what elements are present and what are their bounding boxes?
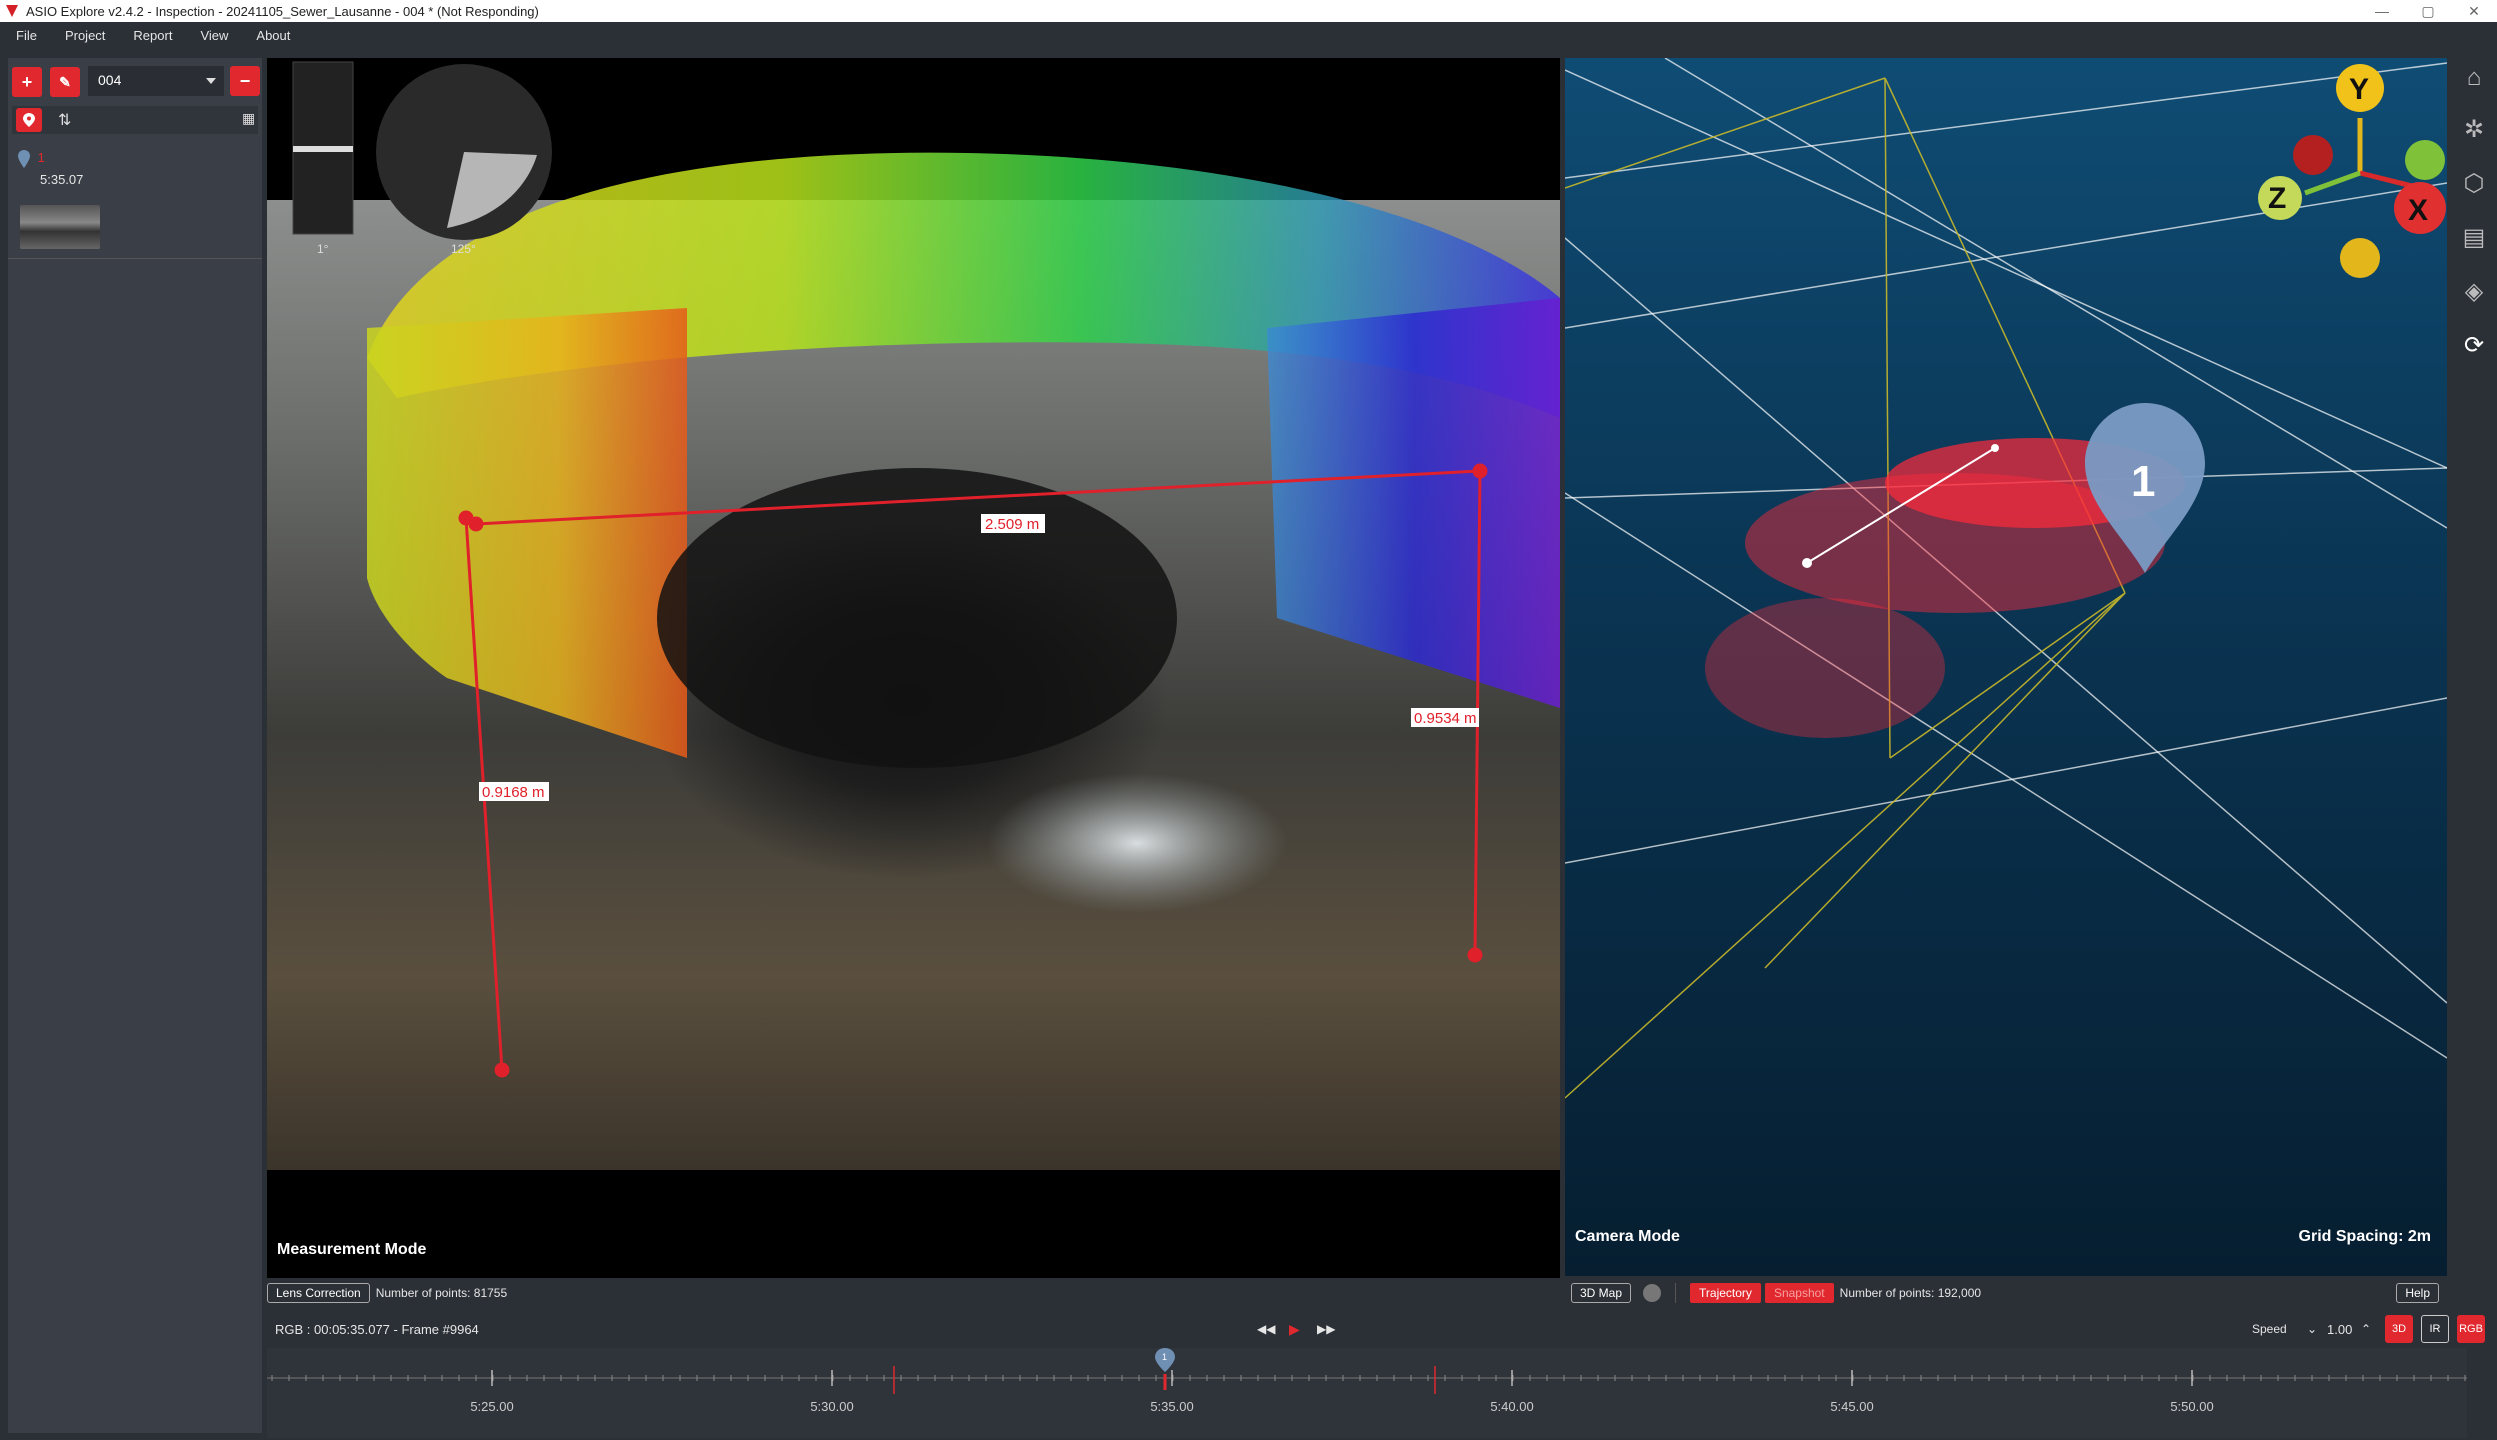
menu-report[interactable]: Report [119, 28, 186, 43]
refresh-icon[interactable]: ⟳ [2460, 332, 2488, 360]
camera-status-bar: Lens Correction Number of points: 81755 [267, 1280, 1560, 1306]
marker-number: 1 [2131, 457, 2155, 506]
speed-down-icon[interactable]: ⌄ [2307, 1322, 2317, 1336]
chevron-down-icon [206, 78, 216, 84]
timeline-panel: RGB : 00:05:35.077 - Frame #9964 ◀◀ ▶ ▶▶… [267, 1312, 2497, 1440]
timeline-tick-label: 5:40.00 [1490, 1399, 1533, 1414]
mode-rgb-button[interactable]: RGB [2457, 1315, 2485, 1343]
timeline-tick-label: 5:50.00 [2170, 1399, 2213, 1414]
timeline-ruler: 1 5:25.00 5:30.00 5:35.00 5:40.00 5:45.0… [267, 1348, 2467, 1414]
map-toggle-icon[interactable] [1643, 1284, 1662, 1302]
map-pin-icon [18, 150, 30, 168]
axis-x-negative [2293, 135, 2333, 175]
play-icon[interactable]: ▶ [1289, 1321, 1300, 1338]
timeline-tick-label: 5:35.00 [1150, 1399, 1193, 1414]
help-button[interactable]: Help [2396, 1283, 2439, 1303]
menu-project[interactable]: Project [51, 28, 119, 43]
view-top-icon[interactable]: ⌂ [2460, 64, 2488, 92]
mode-ir-button[interactable]: IR [2421, 1315, 2449, 1343]
speed-label: Speed [2252, 1322, 2287, 1336]
camera-points-count: Number of points: 81755 [375, 1286, 508, 1300]
marker-toolbar: ⇅ ▦ [12, 106, 258, 134]
axis-z-label: Z [2268, 182, 2286, 215]
3d-map-view[interactable]: 1 Y X Z Camera Mode Grid Spacing: 2m [1565, 58, 2447, 1276]
marker-thumbnail[interactable] [20, 205, 100, 249]
app-logo-icon [6, 5, 18, 17]
map-status-bar: 3D Map Trajectory Snapshot Number of poi… [1565, 1280, 2447, 1306]
menu-view[interactable]: View [186, 28, 242, 43]
mode-3d-button[interactable]: 3D [2385, 1315, 2413, 1343]
timeline-tick-label: 5:30.00 [810, 1399, 853, 1414]
3d-map-button[interactable]: 3D Map [1571, 1283, 1632, 1303]
measurement-label: 0.9168 m [482, 784, 545, 801]
3d-scene: 1 Y X Z [1565, 58, 2447, 1099]
minimize-button[interactable]: — [2359, 0, 2405, 22]
trajectory-button[interactable]: Trajectory [1690, 1283, 1761, 1303]
menu-about[interactable]: About [242, 28, 304, 43]
window-title: ASIO Explore v2.4.2 - Inspection - 20241… [26, 3, 539, 19]
grid-view-icon[interactable]: ▦ [242, 110, 255, 127]
snapshot-button[interactable]: Snapshot [1764, 1283, 1834, 1303]
timeline-tick-label: 5:45.00 [1830, 1399, 1873, 1414]
sort-icon[interactable]: ⇅ [58, 110, 71, 130]
map-points-count: Number of points: 192,000 [1839, 1286, 1982, 1300]
frame-info: RGB : 00:05:35.077 - Frame #9964 [275, 1321, 479, 1337]
measurement-label: 0.9534 m [1414, 710, 1477, 727]
menu-file[interactable]: File [0, 28, 51, 43]
divider [1675, 1283, 1677, 1303]
add-inspection-button[interactable]: + [12, 67, 42, 97]
view-perspective-icon[interactable]: ✲ [2460, 116, 2488, 144]
lens-correction-button[interactable]: Lens Correction [267, 1283, 370, 1303]
divider [8, 258, 262, 259]
menu-bar: File Project Report View About [0, 22, 2497, 48]
camera-mode-label: Camera Mode [1575, 1228, 1680, 1245]
view-cube-icon[interactable]: ⬡ [2460, 170, 2488, 198]
axis-x-label: X [2408, 194, 2428, 227]
rotation-gauge-label: 125° [451, 242, 476, 256]
axis-z-negative [2405, 140, 2445, 180]
marker-list-item[interactable]: 1 5:35.07 [18, 150, 83, 187]
axis-y-negative [2340, 238, 2380, 278]
maximize-button[interactable]: ▢ [2405, 0, 2451, 22]
water-splash [987, 773, 1287, 913]
view-toolbar: ⌂ ✲ ⬡ ▤ ◈ ⟳ [2450, 58, 2497, 1278]
axis-y-label: Y [2349, 73, 2369, 106]
inspection-select-value: 004 [98, 72, 122, 88]
camera-view[interactable]: 2.509 m 0.9534 m 0.9168 m 1° 125° Measur… [267, 58, 1560, 1278]
edit-inspection-button[interactable]: ✎ [50, 67, 80, 97]
inspection-panel: + ✎ 004 − ⇅ ▦ 1 5:35.07 [8, 58, 262, 1433]
tilt-gauge-label: 1° [317, 242, 329, 256]
title-bar: ASIO Explore v2.4.2 - Inspection - 20241… [0, 0, 2497, 22]
fast-forward-icon[interactable]: ▶▶ [1317, 1322, 1335, 1336]
grid-spacing-label: Grid Spacing: 2m [2298, 1228, 2431, 1245]
point-cloud-left-wall [367, 308, 687, 758]
timeline-tick-label: 5:25.00 [470, 1399, 513, 1414]
close-button[interactable]: ✕ [2451, 0, 2497, 22]
marker-time: 5:35.07 [40, 172, 84, 187]
point-cloud-right-wall [1267, 298, 1560, 708]
speed-value[interactable]: 1.00 [2327, 1322, 2352, 1337]
rewind-icon[interactable]: ◀◀ [1257, 1322, 1275, 1336]
timeline-marker-number: 1 [1162, 1352, 1167, 1362]
view-side-icon[interactable]: ▤ [2460, 224, 2488, 252]
point-cloud-overlay: 2.509 m 0.9534 m 0.9168 m 1° 125° [292, 61, 1560, 1078]
timeline-track[interactable]: 1 5:25.00 5:30.00 5:35.00 5:40.00 5:45.0… [267, 1348, 2467, 1438]
measurement-label: 2.509 m [985, 516, 1039, 533]
speed-up-icon[interactable]: ⌃ [2361, 1322, 2371, 1336]
map-pin-icon [23, 113, 35, 127]
measurement-mode-label: Measurement Mode [277, 1241, 427, 1258]
marker-filter-button[interactable] [16, 108, 42, 132]
view-iso-icon[interactable]: ◈ [2460, 278, 2488, 306]
inspection-select[interactable]: 004 [88, 66, 224, 96]
marker-number: 1 [37, 150, 45, 165]
remove-inspection-button[interactable]: − [230, 66, 260, 96]
